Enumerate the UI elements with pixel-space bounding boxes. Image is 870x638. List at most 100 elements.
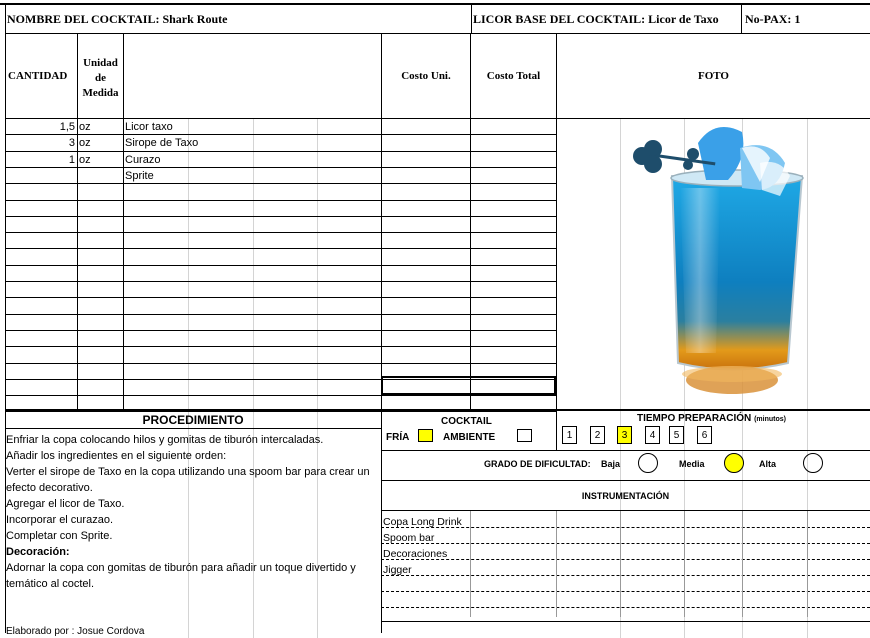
- prep-time-option[interactable]: 5: [669, 426, 684, 444]
- col-unidad-line-2: de: [95, 72, 106, 84]
- procedure-title: PROCEDIMIENTO: [142, 413, 244, 427]
- instrumentation-col-line: [620, 511, 621, 617]
- col-unidad-line-1: Unidad: [83, 57, 118, 69]
- ingredient-unit: oz: [79, 137, 91, 149]
- table-row-line: [5, 167, 556, 168]
- cost-total-box-divider: [470, 376, 471, 395]
- ingredient-name: Curazo: [125, 154, 161, 166]
- instrumentation-col-line: [742, 511, 743, 617]
- table-row-line: [5, 297, 556, 298]
- table-row-line: [5, 363, 556, 364]
- prep-time-title: TIEMPO PREPARACIÓN (minutos): [637, 413, 786, 424]
- instrumentation-row-line: [381, 575, 870, 576]
- table-row-line: [5, 232, 556, 233]
- prep-time-option[interactable]: 4: [645, 426, 660, 444]
- procedure-line: Completar con Sprite.: [6, 530, 113, 542]
- decoration-label: Decoración:: [6, 546, 70, 558]
- top-border: [0, 3, 870, 5]
- instrumentation-row-line: [381, 559, 870, 560]
- author-label: Elaborado por : Josue Cordova: [6, 626, 145, 637]
- table-row-line: [5, 411, 556, 412]
- table-row-line: [5, 265, 556, 266]
- difficulty-baja-radio[interactable]: [638, 453, 658, 473]
- table-row-line: [5, 183, 556, 184]
- col-costo-uni: Costo Uni.: [401, 70, 451, 82]
- procedure-title-border: [5, 428, 381, 429]
- prep-time-option[interactable]: 2: [590, 426, 605, 444]
- prep-time-option[interactable]: 3: [617, 426, 632, 444]
- ingredient-qty: 1: [68, 154, 75, 166]
- prep-time-unit: (minutos): [754, 416, 786, 423]
- table-row-line: [5, 151, 556, 152]
- col-costo-total: Costo Total: [486, 70, 541, 82]
- difficulty-baja-label: Baja: [601, 459, 621, 469]
- procedure-line: Añadir los ingredientes en el siguiente …: [6, 450, 227, 462]
- table-row-line: [5, 330, 556, 331]
- ingredient-name: Sprite: [125, 170, 154, 182]
- cocktail-name: NOMBRE DEL COCKTAIL: Shark Route: [7, 12, 228, 26]
- ingredient-name: Licor taxo: [125, 121, 173, 133]
- table-row-line: [5, 346, 556, 347]
- table-row-line: [5, 281, 556, 282]
- cost-total-box: [381, 376, 556, 395]
- col-unidad-line-3: Medida: [82, 87, 119, 99]
- cocktail-type-title: COCKTAIL: [441, 416, 492, 427]
- table-row-line: [5, 314, 556, 315]
- header-divider-2: [741, 3, 742, 34]
- decoration-line: temático al coctel.: [6, 578, 95, 590]
- instrumentation-title: INSTRUMENTACIÓN: [581, 491, 670, 501]
- ingredient-name: Sirope de Taxo: [125, 137, 199, 149]
- instrumentation-row-line: [381, 591, 870, 592]
- ambiente-checkbox[interactable]: [517, 429, 532, 442]
- difficulty-alta-label: Alta: [759, 459, 777, 469]
- difficulty-alta-radio[interactable]: [803, 453, 823, 473]
- col-divider-costo-uni: [470, 33, 471, 410]
- instrumentation-bottom-border: [381, 621, 870, 622]
- ingredient-unit: oz: [79, 121, 91, 133]
- procedure-line: Verter el sirope de Taxo en la copa util…: [6, 466, 370, 478]
- col-divider-unidad: [123, 33, 124, 410]
- ambiente-label: AMBIENTE: [443, 432, 496, 443]
- difficulty-media-label: Media: [679, 459, 705, 469]
- pax-count: No-PAX: 1: [745, 12, 801, 26]
- decoration-line: Adornar la copa con gomitas de tiburón p…: [6, 562, 356, 574]
- col-divider-costo-total: [556, 33, 557, 410]
- procedure-line: Enfriar la copa colocando hilos y gomita…: [6, 434, 324, 446]
- ingredient-unit: oz: [79, 154, 91, 166]
- prep-time-option[interactable]: 6: [697, 426, 712, 444]
- instrumentation-row-line: [381, 543, 870, 544]
- instrumentation-row-line: [381, 527, 870, 528]
- table-row-line: [5, 216, 556, 217]
- col-foto: FOTO: [698, 70, 729, 82]
- table-row-line: [5, 395, 556, 396]
- difficulty-label: GRADO DE DIFICULTAD:: [484, 459, 591, 469]
- procedure-line: efecto decorativo.: [6, 482, 93, 494]
- instrumentation-col-line: [807, 511, 808, 617]
- instrumentation-col-line: [684, 511, 685, 617]
- table-row-line: [5, 134, 556, 135]
- header-divider-1: [471, 3, 472, 34]
- instrumentation-col-line: [470, 511, 471, 617]
- fria-checkbox[interactable]: [418, 429, 433, 442]
- cocktail-type-divider: [556, 410, 557, 450]
- instrumentation-col-line: [556, 511, 557, 617]
- difficulty-bottom-border: [381, 480, 870, 481]
- ingredient-qty: 3: [68, 137, 75, 149]
- difficulty-media-radio[interactable]: [724, 453, 744, 473]
- prep-time-title-text: TIEMPO PREPARACIÓN: [637, 413, 752, 424]
- instrumentation-title-border: [381, 510, 870, 511]
- table-row-line: [5, 200, 556, 201]
- base-liquor: LICOR BASE DEL COCKTAIL: Licor de Taxo: [473, 12, 719, 26]
- cocktail-photo: [633, 126, 804, 394]
- procedure-line: Incorporar el curazao.: [6, 514, 113, 526]
- section-divider: [5, 409, 870, 411]
- difficulty-top-border: [381, 450, 870, 451]
- ingredient-qty: 1,5: [59, 121, 75, 133]
- prep-time-option[interactable]: 1: [562, 426, 577, 444]
- procedure-line: Agregar el licor de Taxo.: [6, 498, 125, 510]
- col-unidad: Unidad de Medida: [78, 56, 123, 101]
- instrumentation-row-line: [381, 607, 870, 608]
- table-row-line: [5, 248, 556, 249]
- fria-label: FRÍA: [386, 432, 410, 443]
- col-cantidad: CANTIDAD: [8, 70, 68, 82]
